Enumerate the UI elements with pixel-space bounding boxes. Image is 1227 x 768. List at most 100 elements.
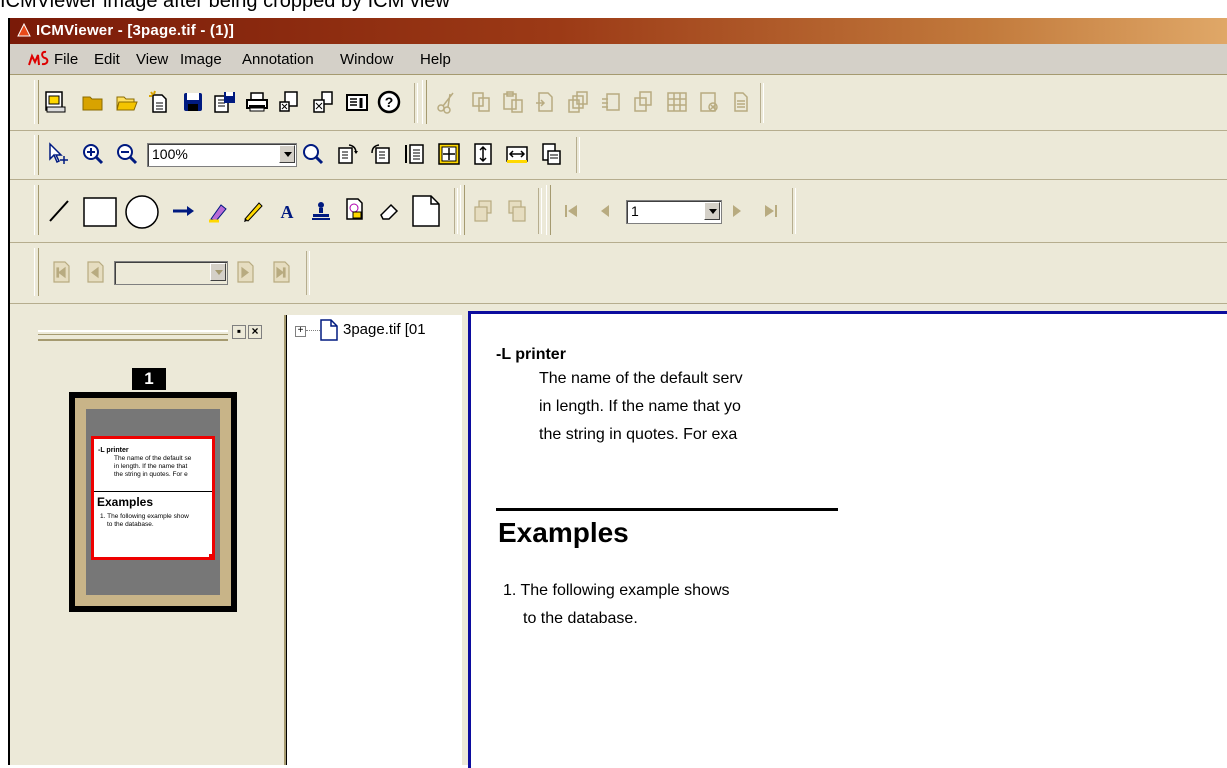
document-icon[interactable] [728,89,754,115]
highlighter-tool-icon[interactable] [206,198,232,224]
fit-page-icon[interactable] [402,141,428,167]
annotation-front-icon[interactable] [504,198,530,224]
page-grid-icon[interactable] [664,89,690,115]
chevron-down-icon[interactable] [704,202,720,220]
doc-example-line: to the database. [523,610,638,627]
first-document-icon[interactable] [48,259,74,285]
toolbar-grip[interactable] [34,185,39,235]
best-fit-icon[interactable] [436,141,462,167]
thumbnail-selection[interactable]: -L printer The name of the default se in … [91,436,215,560]
document-select[interactable] [114,261,228,285]
panel-grip[interactable] [38,330,228,341]
rectangle-tool-icon[interactable] [82,196,118,228]
menu-image[interactable]: Image [180,51,222,68]
save-all-icon[interactable] [212,89,238,115]
line-tool-icon[interactable] [46,198,72,224]
toolbar-separator [576,137,580,173]
annotation-back-icon[interactable] [470,198,496,224]
doc-description-line: the string in quotes. For exa [539,426,738,443]
menu-edit[interactable]: Edit [94,51,120,68]
toolbar-grip[interactable] [34,80,39,124]
next-document-icon[interactable] [232,259,258,285]
rotate-page-icon[interactable] [598,89,624,115]
annotation-toolbar: A 1 [10,180,1227,243]
export-icon[interactable] [276,89,302,115]
merge-pages-icon[interactable] [630,89,656,115]
scan-icon[interactable] [42,89,68,115]
zoom-select[interactable]: 100% [147,143,297,167]
eraser-tool-icon[interactable] [376,198,402,224]
fit-width-icon[interactable] [504,141,530,167]
append-page-icon[interactable] [566,89,592,115]
insert-page-icon[interactable] [532,89,558,115]
tree-file-label[interactable]: 3page.tif [01 [343,321,426,338]
title-bar[interactable]: ICMViewer - [3page.tif - (1)] [10,18,1227,44]
image-viewer[interactable]: -L printer The name of the default serv … [468,311,1227,768]
rotate-right-icon[interactable] [368,141,394,167]
arrow-tool-icon[interactable] [170,198,196,224]
expand-icon[interactable]: + [295,326,306,337]
page-select[interactable]: 1 [626,200,722,224]
toolbar-grip[interactable] [460,185,465,235]
copy-icon[interactable] [468,89,494,115]
thumbnail-heading: Examples [97,495,154,509]
thumbnail-example: 1. The following example show to the data… [100,513,189,528]
toolbar-grip[interactable] [546,185,551,235]
last-page-icon[interactable] [758,198,784,224]
thumbnail-desc: The name of the default se in length. If … [114,455,192,478]
image-annotation-icon[interactable] [342,196,368,222]
copy-page-icon[interactable] [310,89,336,115]
magnifier-icon[interactable] [300,141,326,167]
chevron-down-icon[interactable] [210,263,226,281]
page-thumbnail[interactable]: -L printer The name of the default se in … [69,392,237,612]
help-icon[interactable]: ? [376,89,402,115]
rotate-left-icon[interactable] [334,141,360,167]
restore-icon[interactable]: ▪ [232,325,246,339]
properties-icon[interactable] [344,89,370,115]
first-page-icon[interactable] [558,198,584,224]
menu-window[interactable]: Window [340,51,393,68]
zoom-in-icon[interactable] [80,141,106,167]
close-icon[interactable]: × [248,325,262,339]
stamp-tool-icon[interactable] [308,198,334,224]
next-page-icon[interactable] [724,198,750,224]
menu-help[interactable]: Help [420,51,451,68]
thumbnail-frame: -L printer The name of the default se in … [75,398,231,606]
app-icon [17,22,31,37]
print-icon[interactable] [244,89,270,115]
paste-icon[interactable] [500,89,526,115]
previous-document-icon[interactable] [82,259,108,285]
open-folder-icon[interactable] [80,89,106,115]
pencil-tool-icon[interactable] [240,198,266,224]
thumbnail-option: -L printer [98,447,129,454]
menu-file[interactable]: File [54,51,78,68]
select-pointer-icon[interactable] [46,141,72,167]
ellipse-tool-icon[interactable] [124,194,160,230]
menu-view[interactable]: View [136,51,168,68]
toolbar-grip[interactable] [34,135,39,175]
toolbar-grip[interactable] [34,248,39,296]
window-title: ICMViewer - [3page.tif - (1)] [36,22,235,39]
menu-annotation[interactable]: Annotation [242,51,314,68]
page-layout-icon[interactable] [538,141,564,167]
new-document-icon[interactable] [146,89,172,115]
blank-page-icon[interactable] [410,194,442,228]
toolbar-grip[interactable] [422,80,427,124]
delete-page-icon[interactable] [696,89,722,115]
previous-page-icon[interactable] [592,198,618,224]
last-document-icon[interactable] [268,259,294,285]
toolbar-separator [538,188,542,234]
cut-icon[interactable] [434,89,460,115]
chevron-down-icon[interactable] [279,145,295,163]
standard-toolbar: ? [10,75,1227,131]
open-file-icon[interactable] [114,89,140,115]
fit-height-icon[interactable] [470,141,496,167]
text-tool-icon[interactable]: A [274,198,300,224]
ms-logo-icon [28,50,49,66]
selection-handle[interactable] [209,554,212,557]
save-icon[interactable] [180,89,206,115]
zoom-out-icon[interactable] [114,141,140,167]
cropped-image: -L printer The name of the default serv … [471,314,838,768]
doc-description-line: The name of the default serv [539,370,743,387]
toolbar-separator [454,188,458,234]
